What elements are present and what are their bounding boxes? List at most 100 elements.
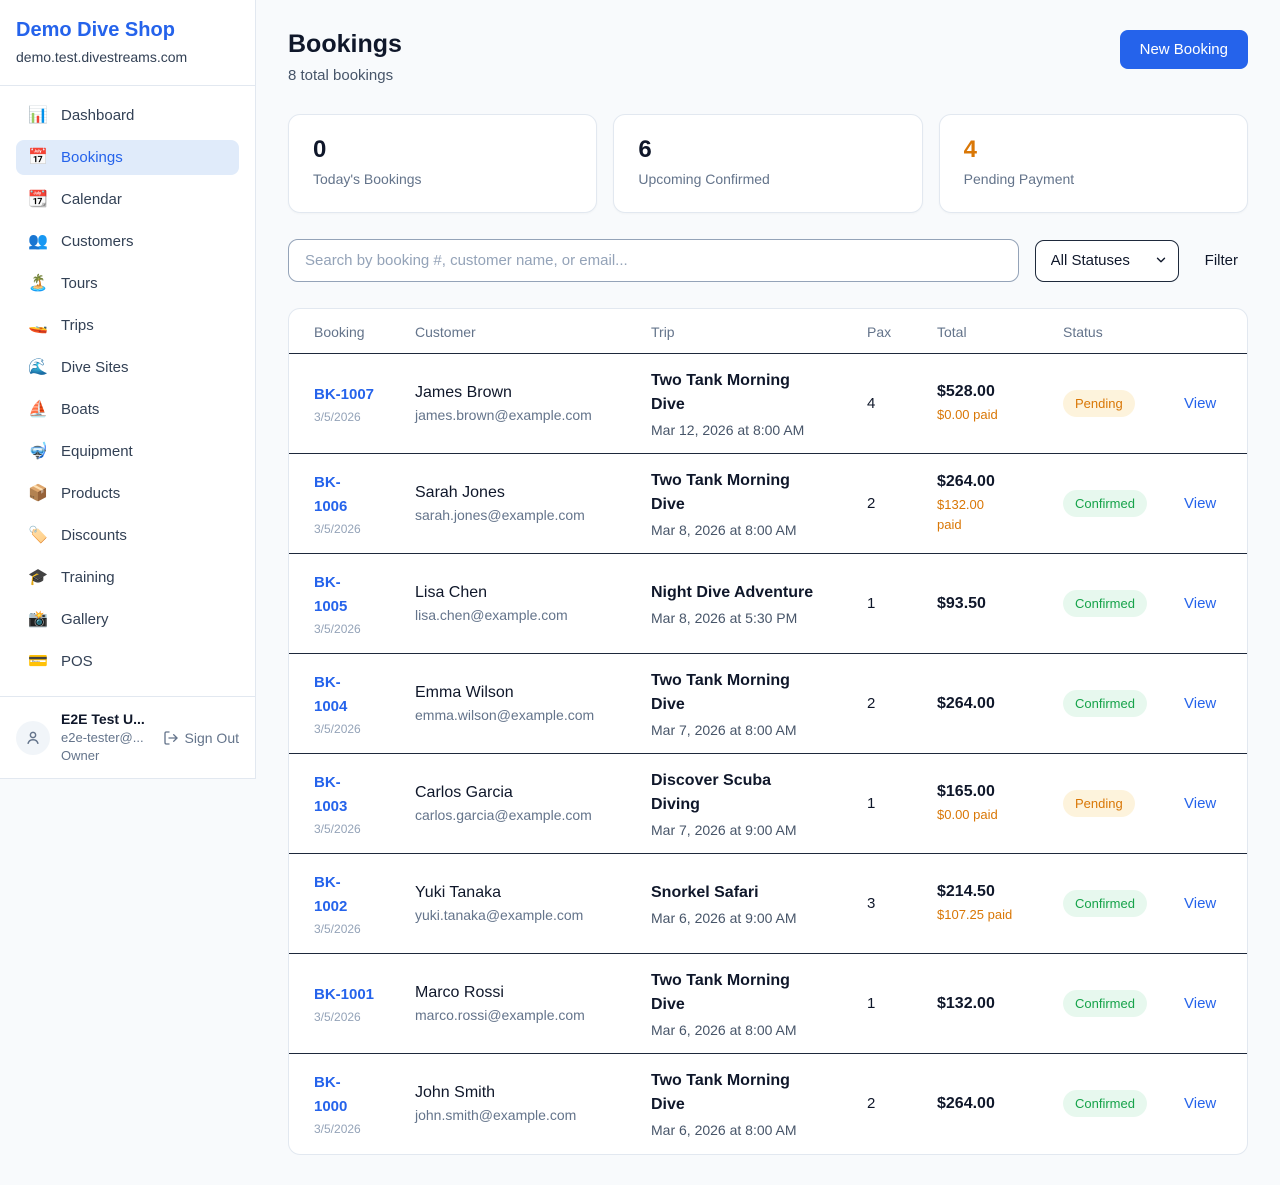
paid-amount: $132.00 paid: [937, 495, 1039, 534]
booking-id-link[interactable]: BK- 1006: [314, 471, 391, 519]
status-badge: Confirmed: [1063, 490, 1147, 517]
sign-out-button[interactable]: Sign Out: [163, 730, 239, 746]
page-subtitle: 8 total bookings: [288, 67, 402, 84]
trip-datetime: Mar 6, 2026 at 8:00 AM: [651, 1122, 843, 1138]
customer-name: Emma Wilson: [415, 684, 627, 702]
status-badge: Confirmed: [1063, 890, 1147, 917]
paid-amount: $0.00 paid: [937, 405, 1039, 425]
view-link[interactable]: View: [1184, 795, 1216, 812]
sidebar-item-label: Trips: [61, 317, 94, 334]
view-link[interactable]: View: [1184, 495, 1216, 512]
status-badge: Pending: [1063, 390, 1135, 417]
table-row: BK- 1002 3/5/2026 Yuki Tanaka yuki.tanak…: [289, 854, 1247, 954]
pax-count: 2: [867, 1095, 913, 1112]
booking-date: 3/5/2026: [314, 722, 391, 736]
trip-datetime: Mar 8, 2026 at 8:00 AM: [651, 522, 843, 538]
total-amount: $165.00: [937, 783, 1039, 801]
status-filter: All Statuses: [1035, 240, 1179, 282]
booking-date: 3/5/2026: [314, 522, 391, 536]
customer-name: Yuki Tanaka: [415, 884, 627, 902]
paid-amount: $107.25 paid: [937, 905, 1039, 925]
booking-id-link[interactable]: BK-1007: [314, 383, 391, 407]
sidebar-item-bookings[interactable]: 📅 Bookings: [16, 140, 239, 175]
table-row: BK- 1005 3/5/2026 Lisa Chen lisa.chen@ex…: [289, 554, 1247, 654]
logout-icon: [163, 730, 179, 746]
sidebar-item-trips[interactable]: 🚤 Trips: [16, 308, 239, 343]
booking-id-link[interactable]: BK-1001: [314, 983, 391, 1007]
sidebar-item-boats[interactable]: ⛵ Boats: [16, 392, 239, 427]
booking-date: 3/5/2026: [314, 922, 391, 936]
booking-id-link[interactable]: BK- 1005: [314, 571, 391, 619]
label-tag-icon: 🏷️: [28, 528, 48, 544]
booking-date: 3/5/2026: [314, 1122, 391, 1136]
search-input[interactable]: [288, 239, 1019, 282]
customer-email: marco.rossi@example.com: [415, 1007, 627, 1023]
view-link[interactable]: View: [1184, 695, 1216, 712]
view-link[interactable]: View: [1184, 395, 1216, 412]
stat-label: Today's Bookings: [313, 171, 572, 187]
status-filter-select[interactable]: All Statuses: [1035, 240, 1179, 282]
page-header-text: Bookings 8 total bookings: [288, 30, 402, 84]
col-header-booking: Booking: [289, 309, 403, 354]
tear-off-calendar-icon: 📆: [28, 192, 48, 208]
view-link[interactable]: View: [1184, 595, 1216, 612]
total-amount: $264.00: [937, 1095, 1039, 1113]
booking-id-link[interactable]: BK- 1000: [314, 1071, 391, 1119]
customer-email: carlos.garcia@example.com: [415, 807, 627, 823]
table-header: Booking Customer Trip Pax Total Status: [289, 309, 1247, 354]
sidebar-item-label: Gallery: [61, 611, 109, 628]
stat-value: 0: [313, 136, 572, 164]
booking-id-link[interactable]: BK- 1003: [314, 771, 391, 819]
stat-label: Upcoming Confirmed: [638, 171, 897, 187]
col-header-actions: [1172, 309, 1247, 354]
table-row: BK-1007 3/5/2026 James Brown james.brown…: [289, 354, 1247, 454]
trip-datetime: Mar 7, 2026 at 9:00 AM: [651, 822, 843, 838]
user-section: E2E Test U... e2e-tester@... Owner Sign …: [0, 696, 255, 778]
brand: Demo Dive Shop demo.test.divestreams.com: [0, 0, 255, 86]
sidebar-item-products[interactable]: 📦 Products: [16, 476, 239, 511]
filter-button[interactable]: Filter: [1195, 252, 1248, 269]
speedboat-icon: 🚤: [28, 318, 48, 334]
paid-amount: $0.00 paid: [937, 805, 1039, 825]
trip-name: Two Tank Morning Dive: [651, 469, 843, 517]
table-row: BK- 1003 3/5/2026 Carlos Garcia carlos.g…: [289, 754, 1247, 854]
sidebar-item-label: Calendar: [61, 191, 122, 208]
sidebar-item-dashboard[interactable]: 📊 Dashboard: [16, 98, 239, 133]
total-amount: $264.00: [937, 473, 1039, 491]
brand-domain: demo.test.divestreams.com: [16, 49, 239, 65]
avatar: [16, 721, 50, 755]
sidebar-item-calendar[interactable]: 📆 Calendar: [16, 182, 239, 217]
view-link[interactable]: View: [1184, 1095, 1216, 1112]
customer-name: John Smith: [415, 1084, 627, 1102]
sidebar-item-customers[interactable]: 👥 Customers: [16, 224, 239, 259]
col-header-total: Total: [925, 309, 1051, 354]
sidebar-item-tours[interactable]: 🏝️ Tours: [16, 266, 239, 301]
col-header-trip: Trip: [639, 309, 855, 354]
brand-name: Demo Dive Shop: [16, 19, 239, 42]
pax-count: 2: [867, 695, 913, 712]
sidebar-item-pos[interactable]: 💳 POS: [16, 644, 239, 679]
user-email: e2e-tester@...: [61, 729, 145, 747]
sidebar-item-gallery[interactable]: 📸 Gallery: [16, 602, 239, 637]
sidebar-item-training[interactable]: 🎓 Training: [16, 560, 239, 595]
status-badge: Pending: [1063, 790, 1135, 817]
customer-email: john.smith@example.com: [415, 1107, 627, 1123]
booking-id-link[interactable]: BK- 1004: [314, 671, 391, 719]
trip-name: Two Tank Morning Dive: [651, 369, 843, 417]
booking-id-link[interactable]: BK- 1002: [314, 871, 391, 919]
calendar-icon: 📅: [28, 150, 48, 166]
trip-datetime: Mar 8, 2026 at 5:30 PM: [651, 610, 843, 626]
graduation-cap-icon: 🎓: [28, 570, 48, 586]
new-booking-button[interactable]: New Booking: [1120, 30, 1248, 69]
stats-row: 0 Today's Bookings 6 Upcoming Confirmed …: [288, 114, 1248, 213]
page-header: Bookings 8 total bookings New Booking: [288, 30, 1248, 84]
sidebar-item-dive-sites[interactable]: 🌊 Dive Sites: [16, 350, 239, 385]
view-link[interactable]: View: [1184, 895, 1216, 912]
view-link[interactable]: View: [1184, 995, 1216, 1012]
customer-email: emma.wilson@example.com: [415, 707, 627, 723]
main-content: Bookings 8 total bookings New Booking 0 …: [256, 0, 1280, 1185]
booking-date: 3/5/2026: [314, 622, 391, 636]
sidebar-item-discounts[interactable]: 🏷️ Discounts: [16, 518, 239, 553]
sidebar-item-equipment[interactable]: 🤿 Equipment: [16, 434, 239, 469]
sidebar-item-label: Products: [61, 485, 120, 502]
